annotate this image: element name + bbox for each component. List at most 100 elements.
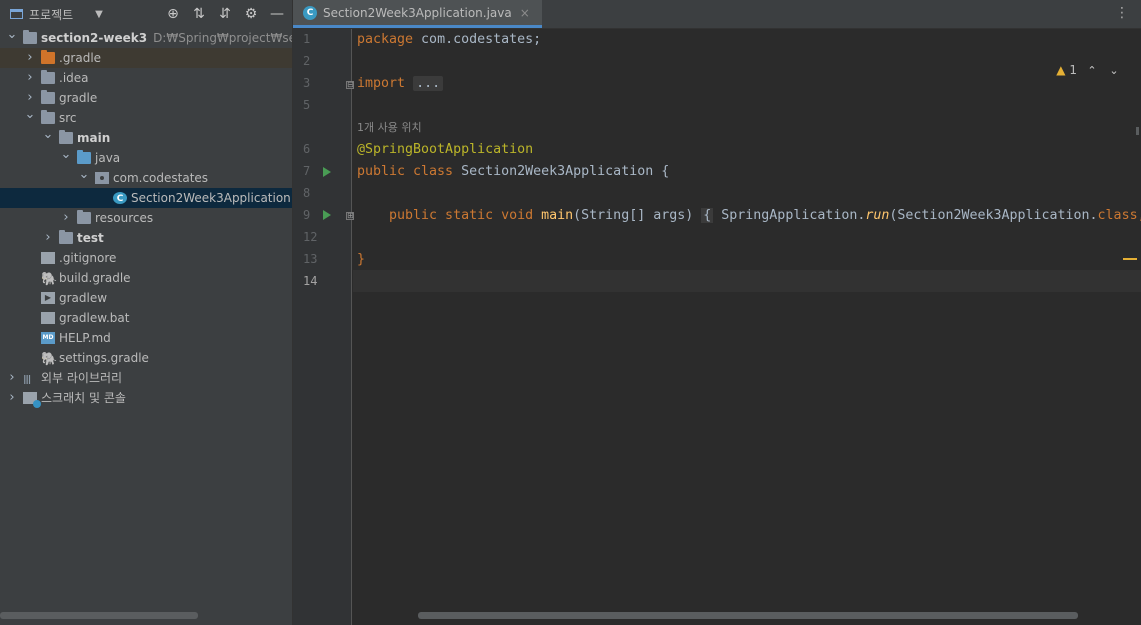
tree-item-label: settings.gradle	[59, 351, 149, 365]
chevron-right-icon[interactable]: ›	[24, 48, 36, 68]
tree-item[interactable]: 🐘 settings.gradle	[0, 348, 292, 368]
chevron-down-icon[interactable]: ⌄	[24, 105, 36, 125]
line-number: 1	[303, 32, 311, 46]
folder-icon	[41, 110, 55, 124]
tree-item[interactable]: 🐘 build.gradle	[0, 268, 292, 288]
tree-item-label: .gradle	[59, 51, 102, 65]
chevron-right-icon[interactable]: ›	[24, 68, 36, 88]
warning-stripe-marker[interactable]	[1123, 258, 1137, 260]
tree-item-label: gradlew.bat	[59, 311, 130, 325]
chevron-right-icon[interactable]: ›	[42, 228, 54, 248]
file-icon	[41, 252, 55, 264]
editor-horizontal-scrollbar[interactable]	[418, 612, 1078, 619]
tree-item-label: 외부 라이브러리	[41, 371, 123, 385]
tree-item[interactable]: MD HELP.md	[0, 328, 292, 348]
tree-item[interactable]: ⌄ section2-week3D:₩Spring₩project₩section…	[0, 25, 292, 48]
usage-hint[interactable]: 1개 사용 위치	[357, 121, 422, 134]
inspection-widget[interactable]: ▲ 1 ⌃ ⌄	[1056, 63, 1121, 77]
tree-item-label: src	[59, 111, 77, 125]
run-main-icon[interactable]	[323, 210, 331, 220]
tree-item[interactable]: .gitignore	[0, 248, 292, 268]
tree-item[interactable]: gradlew.bat	[0, 308, 292, 328]
chevron-down-icon[interactable]: ▼	[95, 9, 103, 20]
tree-item[interactable]: › resources	[0, 208, 292, 228]
usage-hint-line: 1개 사용 위치	[357, 117, 422, 139]
tree-item-label: .idea	[59, 71, 89, 85]
gradle-icon: 🐘	[41, 352, 58, 367]
chevron-down-icon[interactable]: ⌄	[42, 125, 54, 145]
tree-item[interactable]: › Ⅲ 외부 라이브러리	[0, 368, 292, 388]
line-number: 9	[303, 208, 311, 222]
tab-section2week3application[interactable]: C Section2Week3Application.java ×	[293, 0, 542, 28]
editor-area: C Section2Week3Application.java × ⋮ 1 2 …	[293, 0, 1141, 625]
markdown-icon: MD	[41, 332, 55, 344]
file-icon	[41, 312, 55, 324]
tree-item-label: HELP.md	[59, 331, 111, 345]
folder-icon	[77, 210, 91, 224]
tree-item-label: com.codestates	[113, 171, 209, 185]
tree-item[interactable]: › gradle	[0, 88, 292, 108]
chevron-right-icon[interactable]: ›	[60, 208, 72, 228]
chevron-down-icon[interactable]: ⌄	[60, 145, 72, 165]
project-horizontal-scrollbar[interactable]	[0, 612, 198, 619]
line-number-current: 14	[303, 274, 318, 288]
close-icon[interactable]: ×	[520, 6, 530, 20]
chevron-up-icon[interactable]: ⌃	[1085, 64, 1099, 77]
chevron-down-icon[interactable]: ⌄	[6, 25, 18, 45]
warning-indicator[interactable]: ▲ 1	[1056, 63, 1077, 77]
code-line-9: public static void main(String[] args) {…	[357, 208, 1141, 223]
source-folder-icon	[77, 150, 91, 164]
folder-icon	[59, 130, 73, 144]
tree-item-label: section2-week3D:₩Spring₩project₩section2…	[41, 28, 292, 48]
more-options-icon[interactable]: ⋮	[1115, 5, 1129, 21]
chevron-down-icon[interactable]: ⌄	[1107, 64, 1121, 77]
library-icon: Ⅲ	[23, 373, 31, 387]
chevron-down-icon[interactable]: ⌄	[78, 165, 90, 185]
ide-window: 프로젝트 ▼ ⊕ ⇅ ⇵ ⚙ — ⌄ section2-week3 D:₩Sprin…	[0, 0, 1141, 625]
hide-panel-icon[interactable]: —	[264, 6, 290, 22]
java-class-icon: C	[303, 5, 317, 20]
tree-item[interactable]: ▶ gradlew	[0, 288, 292, 308]
gear-icon[interactable]: ⚙	[238, 6, 264, 22]
tree-item-label: test	[77, 231, 104, 245]
line-number: 6	[303, 142, 311, 156]
folded-imports[interactable]: ...	[413, 76, 444, 91]
project-panel-title[interactable]: 프로젝트	[29, 6, 73, 23]
tree-item-label: Section2Week3Application	[131, 191, 291, 205]
tab-label: Section2Week3Application.java	[323, 5, 512, 20]
code-line-1: package com.codestates;	[357, 32, 542, 47]
line-number: 2	[303, 54, 311, 68]
tree-item[interactable]: ⌄ main	[0, 125, 292, 148]
tree-item[interactable]: C Section2Week3Application	[0, 188, 292, 208]
package-icon	[95, 172, 109, 184]
tree-item[interactable]: › .idea	[0, 68, 292, 88]
chevron-right-icon[interactable]: ›	[6, 388, 18, 408]
tree-item[interactable]: ⌄ com.codestates	[0, 165, 292, 188]
run-class-icon[interactable]	[323, 167, 331, 177]
tree-item-label: build.gradle	[59, 271, 131, 285]
line-number: 8	[303, 186, 311, 200]
code-line-3: import ...	[357, 73, 444, 95]
scroll-marker[interactable]	[1136, 127, 1139, 135]
tree-item[interactable]: › test	[0, 228, 292, 248]
folder-icon	[23, 30, 37, 44]
line-number: 7	[303, 164, 311, 178]
editor-gutter: 1 2 3 5 6 7 8 9 12 13 14 ⊟ ⊞	[293, 29, 354, 625]
collapse-all-icon[interactable]: ⇵	[212, 6, 238, 22]
tree-item[interactable]: › .gradle	[0, 48, 292, 68]
editor-tabs: C Section2Week3Application.java × ⋮	[293, 0, 1141, 29]
expand-all-icon[interactable]: ⇅	[186, 6, 212, 22]
tree-item[interactable]: ⌄ java	[0, 145, 292, 168]
warning-icon: ▲	[1056, 63, 1066, 77]
folder-icon	[41, 70, 55, 84]
current-line-highlight	[353, 270, 1141, 292]
code-area[interactable]: package com.codestates; import ... 1개 사용…	[353, 29, 1141, 625]
locate-file-icon[interactable]: ⊕	[160, 6, 186, 22]
project-tools: ⊕ ⇅ ⇵ ⚙ —	[160, 6, 290, 22]
chevron-right-icon[interactable]: ›	[6, 368, 18, 388]
tree-item-label: .gitignore	[59, 251, 117, 265]
tree-item[interactable]: › 스크래치 및 콘솔	[0, 388, 292, 408]
project-path: D:₩Spring₩project₩section2-week3	[153, 31, 292, 45]
tree-item-label: gradle	[59, 91, 98, 105]
project-toolbar: 프로젝트 ▼ ⊕ ⇅ ⇵ ⚙ —	[0, 0, 292, 28]
